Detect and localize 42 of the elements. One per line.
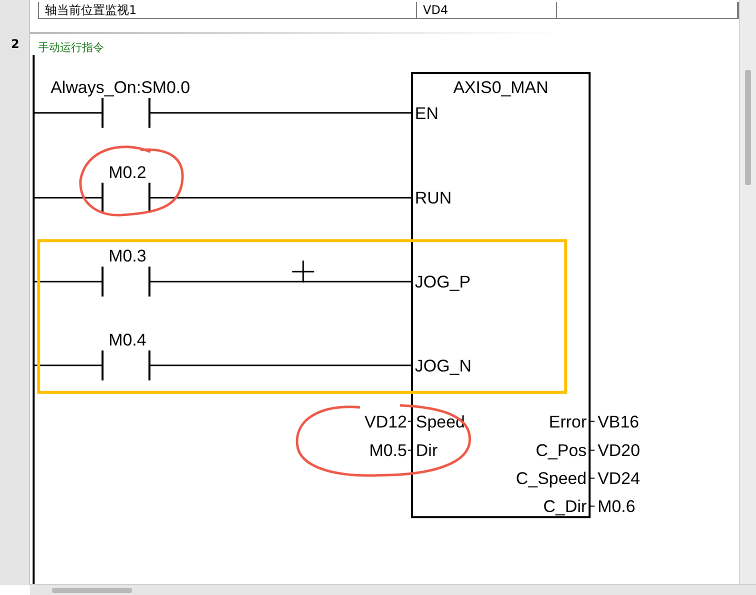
contact-symbol[interactable] [102, 350, 150, 380]
network-title: 手动运行指令 [38, 40, 105, 55]
wire-line [34, 112, 103, 114]
pin-line [589, 450, 596, 451]
pin-line [407, 450, 412, 451]
contact-label: M0.3 [108, 246, 146, 266]
vertical-scrollbar[interactable] [739, 0, 756, 584]
operand-label: M0.5 [369, 441, 407, 460]
wire-line [34, 364, 103, 366]
pin-label: JOG_P [414, 272, 471, 292]
operand-label: VD12 [364, 412, 407, 432]
contact-label: Always_On:SM0.0 [50, 78, 190, 97]
operand-label: M0.6 [598, 497, 636, 516]
pin-label: C_Dir [543, 497, 587, 516]
contact-label: M0.4 [108, 330, 146, 350]
pin-line [407, 420, 412, 422]
pin-label: JOG_N [414, 356, 472, 376]
pin-line [589, 420, 596, 422]
operand-label: VD24 [598, 469, 640, 488]
crosshair-cursor-icon [292, 260, 314, 283]
wire-line [34, 196, 103, 198]
pin-line [589, 478, 596, 479]
pin-label: Error [548, 412, 587, 432]
operand-label: VD20 [598, 441, 640, 460]
contact-symbol[interactable] [102, 182, 150, 213]
pin-label: RUN [414, 188, 452, 208]
block-name: AXIS0_MAN [453, 78, 548, 97]
pin-label: EN [414, 104, 438, 123]
pin-label: C_Speed [516, 469, 587, 488]
horizontal-scrollbar[interactable] [30, 584, 756, 595]
contact-symbol[interactable] [102, 266, 150, 297]
operand-label: VB16 [598, 412, 640, 432]
pin-label: Dir [416, 441, 438, 460]
contact-symbol[interactable] [102, 98, 150, 128]
pin-label: Speed [416, 412, 465, 432]
contact-label: M0.2 [108, 162, 146, 182]
table-cell: VD4 [417, 2, 557, 18]
pin-label: C_Pos [536, 441, 587, 460]
network-number: 2 [10, 37, 20, 51]
pin-line [589, 506, 596, 507]
wire-line [34, 280, 103, 282]
table-cell: 轴当前位置监视1 [39, 2, 417, 18]
